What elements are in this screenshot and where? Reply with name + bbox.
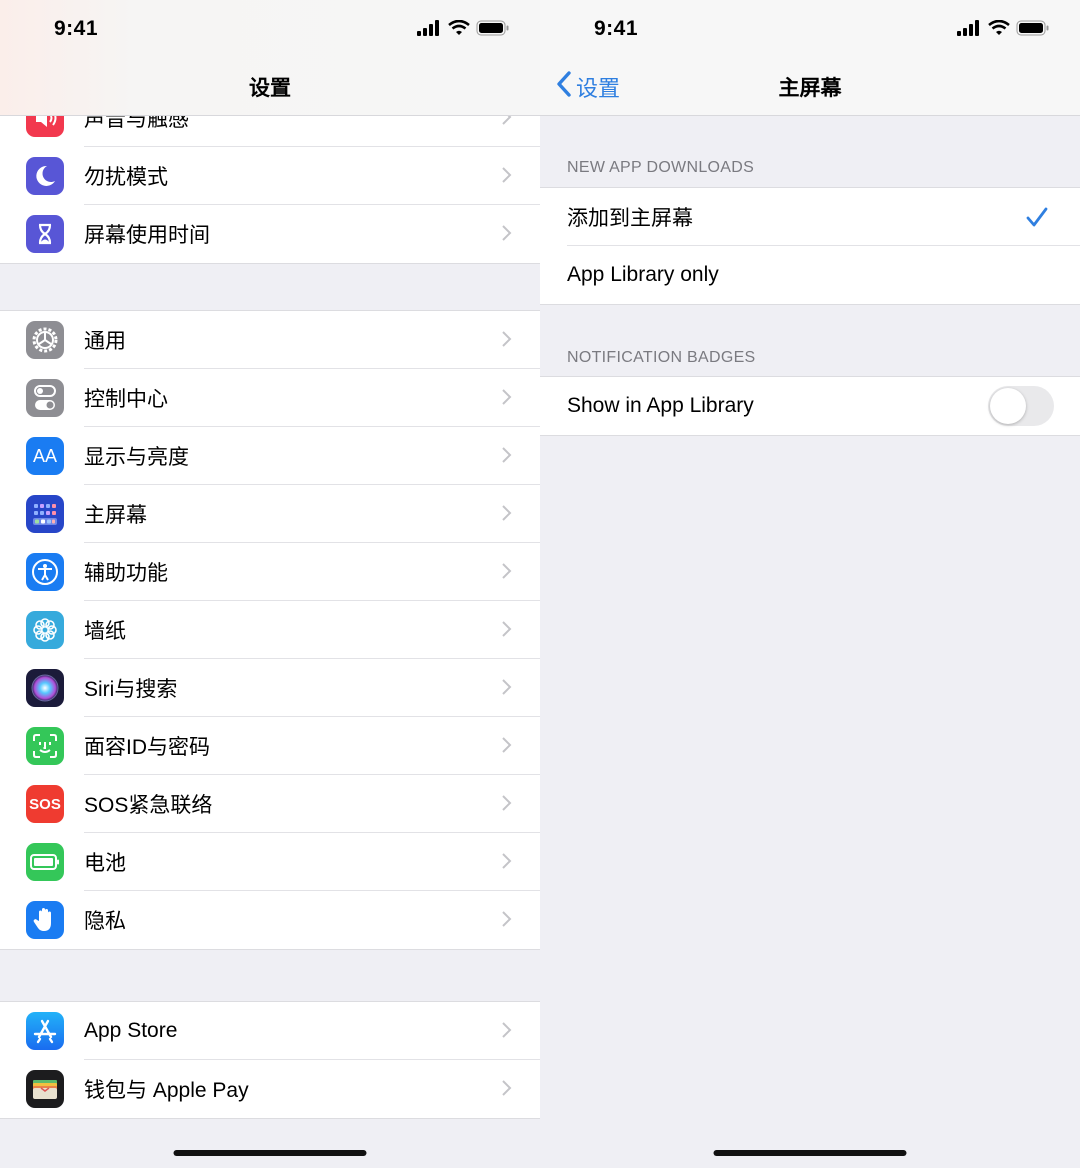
accessibility-icon (26, 553, 64, 591)
settings-item-label: Siri与搜索 (84, 678, 178, 701)
chevron-right-icon (501, 224, 512, 247)
settings-item-face-id-passcode[interactable]: 面容ID与密码 (0, 717, 540, 775)
chevron-right-icon (501, 620, 512, 643)
settings-group-2: 通用 控制中心 AA 显示与亮度 主屏幕 辅助功能 墙纸 Siri与搜索 面容I… (0, 310, 540, 950)
battery-status-icon (476, 20, 510, 41)
page-title: 主屏幕 (778, 77, 842, 100)
show-in-app-library-toggle[interactable] (988, 386, 1054, 426)
option-label: 添加到主屏幕 (567, 207, 693, 230)
gear-icon (26, 321, 64, 359)
status-bar: 9:41 (0, 0, 540, 60)
section-header-notification-badges: NOTIFICATION BADGES (567, 349, 756, 366)
battery-icon (26, 843, 64, 881)
settings-item-label: 墙纸 (84, 620, 126, 643)
nav-bar: 9:41 设置 主屏幕 (540, 0, 1080, 116)
wifi-icon (448, 19, 470, 41)
status-time: 9:41 (594, 17, 639, 40)
chevron-right-icon (501, 794, 512, 817)
hand-icon (26, 901, 64, 939)
moon-icon (26, 157, 64, 195)
settings-item-display-brightness[interactable]: AA 显示与亮度 (0, 427, 540, 485)
settings-item-label: 面容ID与密码 (84, 736, 210, 759)
settings-item-emergency-sos[interactable]: SOS SOS紧急联络 (0, 775, 540, 833)
option-label: Show in App Library (567, 394, 754, 417)
text-size-icon: AA (26, 437, 64, 475)
wallet-icon (26, 1070, 64, 1108)
sos-icon: SOS (26, 785, 64, 823)
new-app-downloads-group: 添加到主屏幕 App Library only (540, 187, 1080, 305)
chevron-right-icon (501, 504, 512, 527)
settings-item-battery[interactable]: 电池 (0, 833, 540, 891)
settings-item-label: 勿扰模式 (84, 166, 168, 189)
sos-icon-glyph: SOS (29, 795, 61, 813)
chevron-right-icon (501, 1021, 512, 1044)
status-bar: 9:41 (540, 0, 1080, 60)
settings-item-control-center[interactable]: 控制中心 (0, 369, 540, 427)
toggle-knob (990, 388, 1026, 424)
nav-bar: 9:41 设置 (0, 0, 540, 116)
chevron-right-icon (501, 330, 512, 353)
chevron-right-icon (501, 736, 512, 759)
settings-item-screen-time[interactable]: 屏幕使用时间 (0, 205, 540, 263)
cellular-signal-icon (956, 20, 982, 41)
settings-panel: 声音与触感 勿扰模式 屏幕使用时间 通用 控制中心 AA 显示与亮度 主屏幕 辅… (0, 0, 540, 1168)
siri-icon (26, 669, 64, 707)
chevron-right-icon (501, 388, 512, 411)
settings-group-3: App Store 钱包与 Apple Pay (0, 1001, 540, 1119)
settings-item-label: 显示与亮度 (84, 446, 189, 469)
chevron-right-icon (501, 678, 512, 701)
settings-item-label: 钱包与 Apple Pay (84, 1079, 249, 1102)
hourglass-icon (26, 215, 64, 253)
settings-item-accessibility[interactable]: 辅助功能 (0, 543, 540, 601)
battery-status-icon (1016, 20, 1050, 41)
wifi-icon (988, 19, 1010, 41)
app-store-icon (26, 1012, 64, 1050)
settings-item-label: 控制中心 (84, 388, 168, 411)
settings-item-label: 通用 (84, 330, 126, 353)
checkmark-icon (1026, 206, 1048, 233)
notification-badges-group: Show in App Library (540, 376, 1080, 436)
page-title: 设置 (249, 77, 291, 100)
settings-item-privacy[interactable]: 隐私 (0, 891, 540, 949)
home-screen-grid-icon (26, 495, 64, 533)
home-indicator[interactable] (173, 1150, 367, 1156)
option-add-to-home-screen[interactable]: 添加到主屏幕 (540, 188, 1080, 246)
face-id-icon (26, 727, 64, 765)
settings-item-label: 辅助功能 (84, 562, 168, 585)
chevron-right-icon (501, 562, 512, 585)
home-screen-settings-panel: 9:41 设置 主屏幕 NEW APP DOWNLOADS 添加到主屏幕 App… (540, 0, 1080, 1168)
home-indicator[interactable] (713, 1150, 907, 1156)
chevron-right-icon (501, 166, 512, 189)
settings-item-do-not-disturb[interactable]: 勿扰模式 (0, 147, 540, 205)
settings-item-siri-search[interactable]: Siri与搜索 (0, 659, 540, 717)
cellular-signal-icon (416, 20, 442, 41)
status-time: 9:41 (54, 17, 99, 40)
text-size-icon-glyph: AA (32, 445, 57, 466)
settings-item-label: 电池 (84, 852, 126, 875)
option-show-in-app-library: Show in App Library (540, 377, 1080, 435)
settings-item-label: 主屏幕 (84, 504, 147, 527)
settings-item-wallpaper[interactable]: 墙纸 (0, 601, 540, 659)
option-app-library-only[interactable]: App Library only (540, 246, 1080, 304)
chevron-right-icon (501, 1079, 512, 1102)
chevron-right-icon (501, 446, 512, 469)
flower-icon (26, 611, 64, 649)
section-header-new-app-downloads: NEW APP DOWNLOADS (567, 159, 755, 176)
chevron-right-icon (501, 910, 512, 933)
settings-item-label: 隐私 (84, 910, 126, 933)
option-label: App Library only (567, 263, 719, 286)
switches-icon (26, 379, 64, 417)
settings-item-home-screen[interactable]: 主屏幕 (0, 485, 540, 543)
settings-item-label: SOS紧急联络 (84, 794, 213, 817)
chevron-right-icon (501, 852, 512, 875)
settings-item-label: App Store (84, 1019, 178, 1042)
settings-item-general[interactable]: 通用 (0, 311, 540, 369)
settings-item-wallet-apple-pay[interactable]: 钱包与 Apple Pay (0, 1060, 540, 1118)
settings-item-label: 屏幕使用时间 (84, 224, 210, 247)
settings-item-app-store[interactable]: App Store (0, 1002, 540, 1060)
